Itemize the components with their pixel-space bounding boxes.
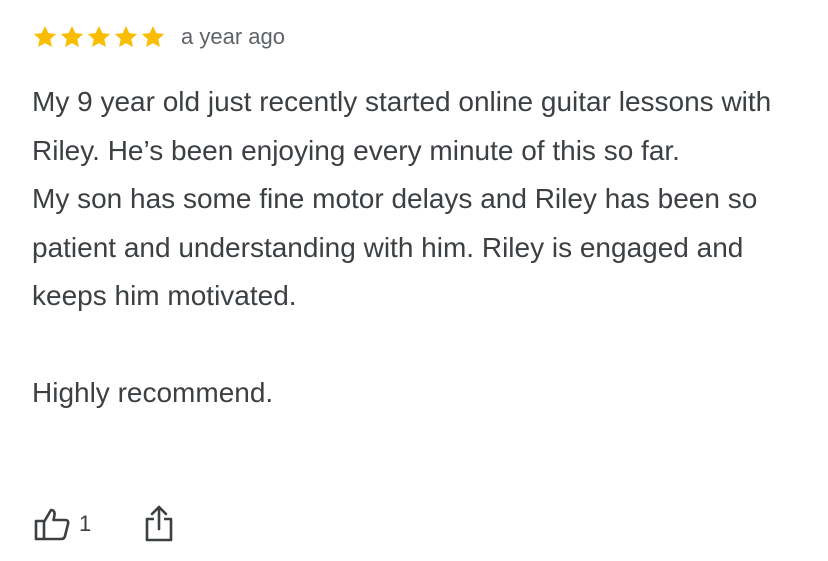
review-actions: 1 (33, 502, 175, 546)
star-icon (141, 25, 165, 47)
star-icon (87, 25, 111, 47)
star-icon (60, 25, 84, 47)
share-button[interactable] (143, 505, 175, 543)
review-age: a year ago (181, 24, 285, 49)
share-icon (145, 505, 173, 542)
star-rating (32, 24, 166, 50)
star-icon (114, 25, 138, 47)
review-paragraph: Highly recommend. (32, 377, 274, 408)
review-paragraph: My son has some fine motor delays and Ri… (32, 183, 758, 311)
review-card: a year ago My 9 year old just recently s… (0, 0, 828, 561)
star-icon (33, 25, 57, 47)
rating-row: a year ago (32, 22, 285, 52)
like-button[interactable]: 1 (33, 506, 91, 542)
thumbs-up-icon (34, 508, 70, 541)
review-text: My 9 year old just recently started onli… (32, 78, 802, 418)
review-blank-line (32, 321, 802, 370)
like-count: 1 (79, 511, 92, 536)
review-paragraph: My 9 year old just recently started onli… (32, 86, 772, 166)
